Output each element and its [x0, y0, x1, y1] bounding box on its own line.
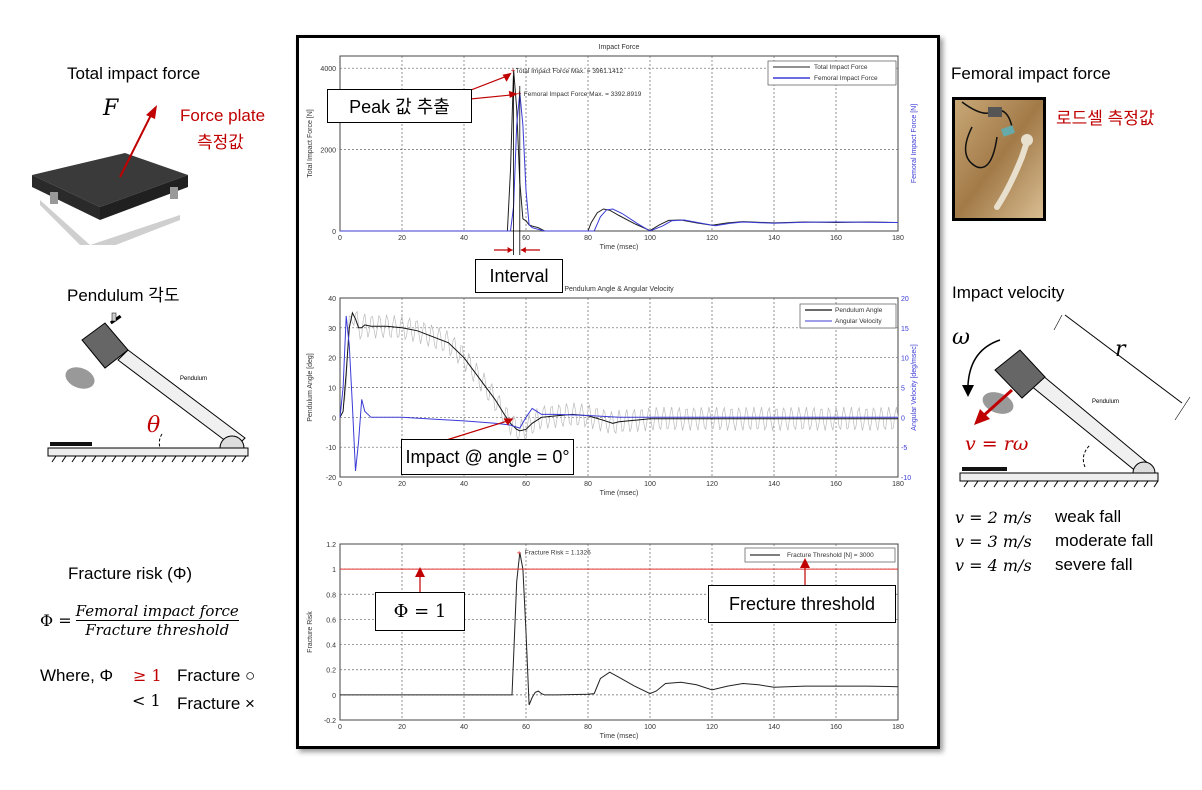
- loadcell-label: 로드셀 측정값: [1056, 109, 1155, 128]
- x-tick-label: 100: [644, 481, 656, 488]
- x-tick-label: 140: [768, 724, 780, 731]
- x-tick-label: 140: [768, 235, 780, 242]
- x-tick-label: 160: [830, 724, 842, 731]
- y-right-tick-label: -5: [901, 445, 907, 452]
- x-tick-label: 120: [706, 235, 718, 242]
- y-tick-label: 40: [328, 296, 336, 303]
- x-tick-label: 120: [706, 724, 718, 731]
- peak-marker: +: [511, 66, 516, 75]
- y-tick-label: 0: [332, 229, 336, 236]
- x-tick-label: 160: [830, 481, 842, 488]
- x-tick-label: 60: [522, 235, 530, 242]
- x-tick-label: 60: [522, 724, 530, 731]
- y-tick-label: 20: [328, 356, 336, 363]
- y-tick-label: -0.2: [324, 718, 336, 725]
- x-tick-label: 180: [892, 724, 904, 731]
- x-axis-label: Time (msec): [600, 733, 639, 740]
- femur-loadcell-photo: [952, 97, 1046, 221]
- legend-label: Fracture Threshold [N] = 3000: [787, 552, 874, 559]
- y-right-axis-label: Angular Velocity [deg/msec]: [911, 344, 918, 430]
- y-tick-label: 0: [332, 693, 336, 700]
- y-tick-label: 1: [332, 567, 336, 574]
- legend-label: Femoral Impact Force: [814, 75, 878, 82]
- x-tick-label: 180: [892, 235, 904, 242]
- y-axis-label: Total Impact Force [N]: [307, 109, 314, 178]
- x-tick-label: 0: [338, 481, 342, 488]
- plot-area: [339, 543, 899, 721]
- y-tick-label: 0.6: [326, 617, 336, 624]
- x-tick-label: 100: [644, 724, 656, 731]
- interval-arrowhead: [507, 247, 513, 253]
- y-tick-label: 0.8: [326, 592, 336, 599]
- y-right-tick-label: -10: [901, 475, 911, 482]
- x-tick-label: 40: [460, 724, 468, 731]
- x-tick-label: 80: [584, 235, 592, 242]
- x-tick-label: 80: [584, 481, 592, 488]
- speed-item: v = 2 m/s weak fall: [955, 507, 1122, 527]
- y-right-tick-label: 15: [901, 326, 909, 333]
- x-tick-label: 140: [768, 481, 780, 488]
- x-tick-label: 60: [522, 481, 530, 488]
- legend-label: Angular Velocity: [835, 318, 882, 325]
- y-right-tick-label: 5: [901, 386, 905, 393]
- legend-label: Total Impact Force: [814, 64, 868, 71]
- peak-marker: +: [517, 548, 522, 557]
- x-tick-label: 40: [460, 481, 468, 488]
- y-axis-label: Pendulum Angle [deg]: [307, 353, 314, 422]
- x-axis-label: Time (msec): [600, 490, 639, 497]
- x-tick-label: 160: [830, 235, 842, 242]
- x-tick-label: 0: [338, 235, 342, 242]
- y-tick-label: 0.4: [326, 643, 336, 650]
- y-tick-label: 2000: [320, 148, 336, 155]
- fracture-threshold-callout: Frecture threshold: [708, 585, 896, 623]
- peak-callout: Peak 값 추출: [327, 89, 472, 123]
- impact-velocity-title: Impact velocity: [952, 283, 1065, 302]
- impact-velocity-illustration: Pendulum: [950, 305, 1200, 495]
- y-tick-label: -10: [326, 445, 336, 452]
- y-right-tick-label: 20: [901, 296, 909, 303]
- peak-annotation-femoral: Femoral Impact Force Max. = 3392.8919: [524, 91, 642, 98]
- y-tick-label: 4000: [320, 66, 336, 73]
- y-tick-label: 0: [332, 415, 336, 422]
- x-tick-label: 180: [892, 481, 904, 488]
- phi-one-callout: Φ = 1: [375, 592, 465, 631]
- svg-text:Pendulum: Pendulum: [1092, 399, 1119, 405]
- x-tick-label: 40: [460, 235, 468, 242]
- chart-3: + Fracture Risk = 1.1326 Fracture Threshol…: [339, 543, 899, 721]
- y-axis-label: Fracture Risk: [307, 611, 314, 653]
- interval-arrowhead: [520, 247, 526, 253]
- peak-marker: +: [517, 89, 522, 98]
- x-tick-label: 120: [706, 481, 718, 488]
- y-right-axis-label: Femoral Impact Force [N]: [911, 104, 918, 183]
- speed-item: v = 3 m/s moderate fall: [955, 531, 1154, 551]
- peak-annotation: Fracture Risk = 1.1326: [525, 549, 591, 556]
- x-tick-label: 20: [398, 481, 406, 488]
- y-tick-label: 10: [328, 386, 336, 393]
- omega-symbol: ω: [952, 325, 970, 350]
- chart-title: Pendulum Angle & Angular Velocity: [564, 286, 674, 293]
- y-right-tick-label: 10: [901, 356, 909, 363]
- y-tick-label: 30: [328, 326, 336, 333]
- r-symbol: r: [1115, 337, 1126, 362]
- x-tick-label: 20: [398, 235, 406, 242]
- v-formula: v = rω: [965, 433, 1029, 455]
- x-tick-label: 80: [584, 724, 592, 731]
- x-tick-label: 0: [338, 724, 342, 731]
- y-tick-label: -20: [326, 475, 336, 482]
- x-axis-label: Time (msec): [600, 244, 639, 251]
- y-tick-label: 0.2: [326, 668, 336, 675]
- chart-title: Impact Force: [599, 44, 640, 51]
- impact-angle-callout: Impact @ angle = 0°: [401, 439, 574, 475]
- speed-item: v = 4 m/s severe fall: [955, 555, 1133, 575]
- legend-label: Pendulum Angle: [835, 307, 883, 314]
- y-right-tick-label: 0: [901, 415, 905, 422]
- y-tick-label: 1.2: [326, 542, 336, 549]
- femoral-impact-title: Femoral impact force: [951, 64, 1111, 83]
- x-tick-label: 20: [398, 724, 406, 731]
- peak-annotation-total: Total Impact Force Max. = 3961.1412: [516, 68, 624, 75]
- x-tick-label: 100: [644, 235, 656, 242]
- speed-list: v = 2 m/s weak fall v = 3 m/s moderate f…: [955, 505, 1153, 577]
- chart-1: Total Impact Force Max. = 3961.1412 Femor…: [339, 55, 899, 255]
- interval-callout: Interval: [475, 259, 563, 293]
